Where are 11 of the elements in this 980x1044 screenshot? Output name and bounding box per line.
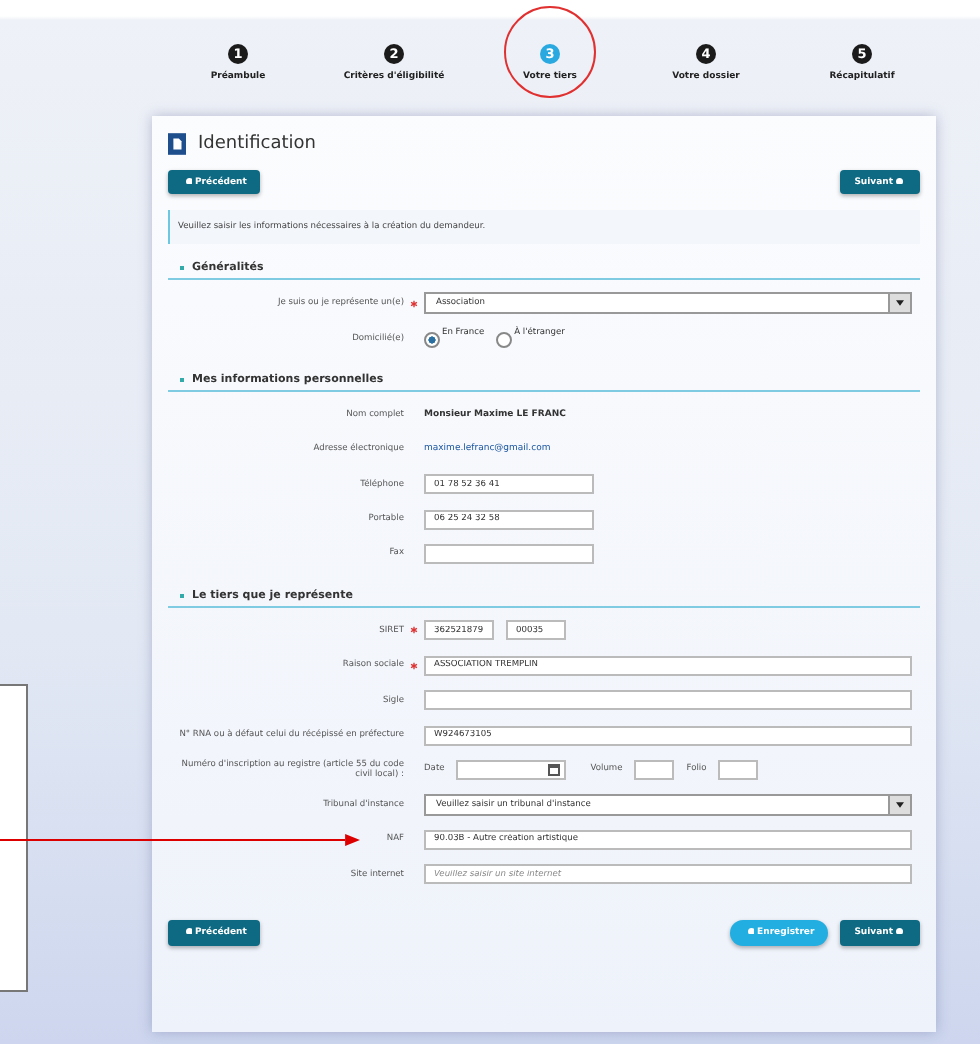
- caret-icon: [896, 300, 904, 307]
- document-icon: [168, 132, 186, 156]
- calendar-icon: [548, 763, 561, 776]
- input-field[interactable]: [424, 690, 912, 711]
- caret-icon: [896, 801, 904, 808]
- date-field[interactable]: [456, 759, 567, 780]
- input-field[interactable]: [424, 544, 594, 565]
- highlight-circle: [504, 6, 596, 98]
- page-title: Identification: [198, 134, 317, 154]
- input-field[interactable]: [718, 759, 759, 780]
- input-field[interactable]: [634, 759, 675, 780]
